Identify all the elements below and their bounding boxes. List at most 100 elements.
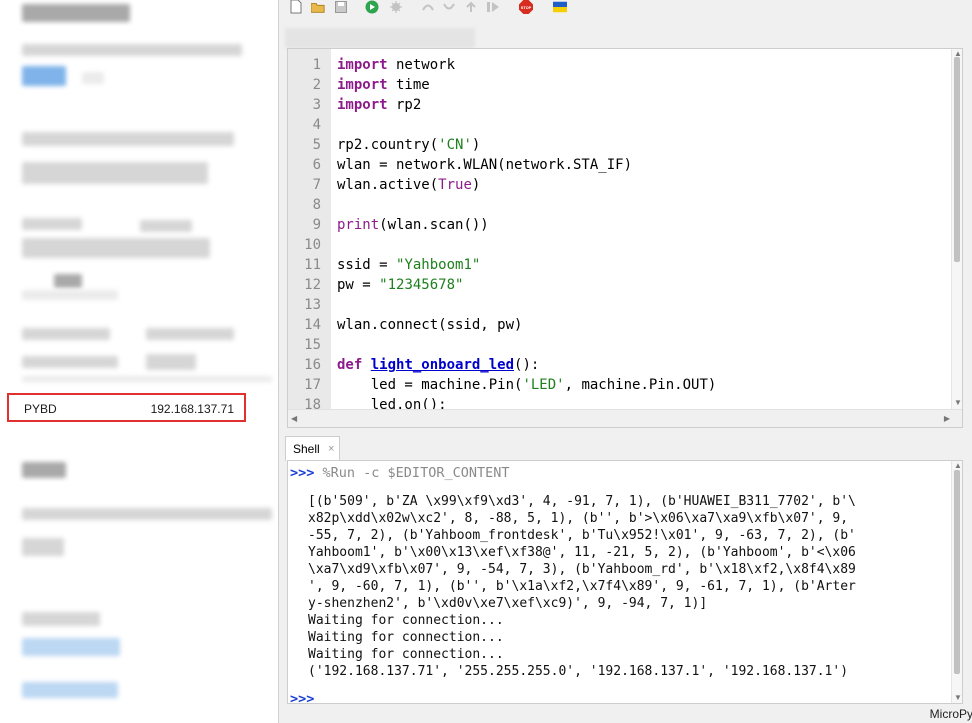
stop-icon[interactable]: STOP — [519, 0, 533, 14]
line-number: 12 — [304, 277, 321, 293]
code-line: 10 — [288, 235, 953, 255]
code-text: import network — [337, 57, 456, 73]
line-number: 15 — [304, 337, 321, 353]
run-icon[interactable] — [365, 0, 379, 14]
scroll-down-icon[interactable]: ▼ — [954, 398, 962, 407]
code-line: 1 import network — [288, 55, 953, 75]
step-out-icon[interactable] — [464, 0, 478, 14]
code-editor[interactable]: 1 import network 2 import time 3 import rp2 4 5… — [287, 48, 963, 428]
blurred-text — [22, 356, 118, 368]
open-file-icon[interactable] — [311, 0, 325, 14]
thonny-ide-window: STOP 1 import network 2 import time 3 import … — [278, 0, 972, 723]
save-icon[interactable] — [334, 0, 348, 14]
debug-icon[interactable] — [389, 0, 403, 14]
tab-shell[interactable]: Shell × — [285, 436, 340, 461]
code-line: 11 ssid = "Yahboom1" — [288, 255, 953, 275]
blurred-text — [22, 290, 118, 300]
shell-command: %Run -c $EDITOR_CONTENT — [322, 465, 510, 481]
code-line: 17 led = machine.Pin('LED', machine.Pin.… — [288, 375, 953, 395]
blurred-text — [146, 328, 234, 340]
code-text: print(wlan.scan()) — [337, 217, 489, 233]
code-text: wlan.connect(ssid, pw) — [337, 317, 523, 333]
code-text: wlan = network.WLAN(network.STA_IF) — [337, 157, 633, 173]
code-line: 16 def light_onboard_led(): — [288, 355, 953, 375]
shell-prompt[interactable]: >>> — [290, 691, 314, 703]
code-text: led = machine.Pin('LED', machine.Pin.OUT… — [337, 377, 717, 393]
interpreter-status[interactable]: MicroPy — [930, 707, 972, 721]
code-text: pw = "12345678" — [337, 277, 464, 293]
code-line: 8 — [288, 195, 953, 215]
scroll-down-icon[interactable]: ▼ — [954, 693, 962, 702]
code-text: import rp2 — [337, 97, 422, 113]
line-number: 9 — [312, 217, 321, 233]
status-bar: MicroPy — [279, 704, 972, 723]
left-panel: PYBD 192.168.137.71 — [0, 0, 278, 723]
line-number: 11 — [304, 257, 321, 273]
blurred-text — [140, 220, 192, 232]
tab-shell-label: Shell — [293, 442, 320, 456]
editor-horizontal-scrollbar[interactable]: ◀ ▶ — [288, 409, 962, 427]
code-line: 5 rp2.country('CN') — [288, 135, 953, 155]
shell-output-line: Waiting for connection... — [308, 630, 504, 645]
blurred-text — [22, 132, 234, 146]
toolbar: STOP — [279, 0, 972, 20]
blurred-link — [22, 638, 120, 656]
code-line: 7 wlan.active(True) — [288, 175, 953, 195]
blurred-text — [82, 72, 104, 84]
shell-vertical-scrollbar[interactable]: ▲ ▼ — [951, 461, 962, 703]
device-name: PYBD — [24, 402, 57, 416]
shell-command-line: >>> %Run -c $EDITOR_CONTENT — [290, 465, 509, 481]
svg-text:STOP: STOP — [521, 5, 532, 10]
code-text: ssid = "Yahboom1" — [337, 257, 481, 273]
line-number: 1 — [312, 57, 321, 73]
line-number: 4 — [312, 117, 321, 133]
code-line: 6 wlan = network.WLAN(network.STA_IF) — [288, 155, 953, 175]
blurred-text — [22, 162, 208, 184]
shell-scroll-thumb[interactable] — [954, 470, 960, 674]
editor-tab-bar — [279, 26, 972, 48]
blurred-text — [22, 4, 130, 22]
device-row-highlighted[interactable]: PYBD 192.168.137.71 — [7, 393, 246, 422]
shell-console[interactable]: >>> %Run -c $EDITOR_CONTENT [(b'509', b'… — [287, 460, 963, 704]
shell-output-line: Yahboom1', b'\x00\x13\xef\xf38@', 11, -2… — [308, 545, 856, 560]
code-line: 3 import rp2 — [288, 95, 953, 115]
step-into-icon[interactable] — [442, 0, 456, 14]
line-number: 5 — [312, 137, 321, 153]
resume-icon[interactable] — [486, 0, 500, 14]
shell-output-line: ('192.168.137.71', '255.255.255.0', '192… — [308, 664, 849, 679]
line-number: 14 — [304, 317, 321, 333]
code-line: 12 pw = "12345678" — [288, 275, 953, 295]
scroll-right-icon[interactable]: ▶ — [944, 414, 950, 423]
editor-vertical-scrollbar[interactable]: ▲ ▼ — [951, 49, 962, 409]
code-text: rp2.country('CN') — [337, 137, 481, 153]
blurred-text — [22, 218, 82, 230]
blurred-text — [22, 44, 242, 56]
shell-prompt: >>> — [290, 465, 315, 481]
code-line: 4 — [288, 115, 953, 135]
blurred-text — [22, 462, 66, 478]
code-line: 2 import time — [288, 75, 953, 95]
shell-output-line: y-shenzhen2', b'\xd0v\xe7\xef\xc9)', 9, … — [308, 596, 708, 611]
blurred-text — [22, 538, 64, 556]
scroll-up-icon[interactable]: ▲ — [954, 461, 962, 470]
line-number: 10 — [304, 237, 321, 253]
new-file-icon[interactable] — [289, 0, 303, 14]
device-ip-address: 192.168.137.71 — [150, 402, 234, 416]
code-text: wlan.active(True) — [337, 177, 481, 193]
blurred-link — [22, 66, 66, 86]
line-number: 17 — [304, 377, 321, 393]
shell-output: [(b'509', b'ZA \x99\xf9\xd3', 4, -91, 7,… — [308, 493, 948, 680]
editor-scroll-thumb[interactable] — [954, 57, 960, 262]
editor-tab-blurred[interactable] — [285, 28, 475, 48]
line-number: 8 — [312, 197, 321, 213]
line-number: 6 — [312, 157, 321, 173]
line-number: 2 — [312, 77, 321, 93]
code-line: 14 wlan.connect(ssid, pw) — [288, 315, 953, 335]
blurred-link — [22, 682, 118, 698]
line-number: 16 — [304, 357, 321, 373]
scroll-left-icon[interactable]: ◀ — [291, 414, 297, 423]
close-icon[interactable]: × — [328, 443, 334, 455]
code-text: import time — [337, 77, 430, 93]
line-number: 13 — [304, 297, 321, 313]
step-over-icon[interactable] — [421, 0, 435, 14]
